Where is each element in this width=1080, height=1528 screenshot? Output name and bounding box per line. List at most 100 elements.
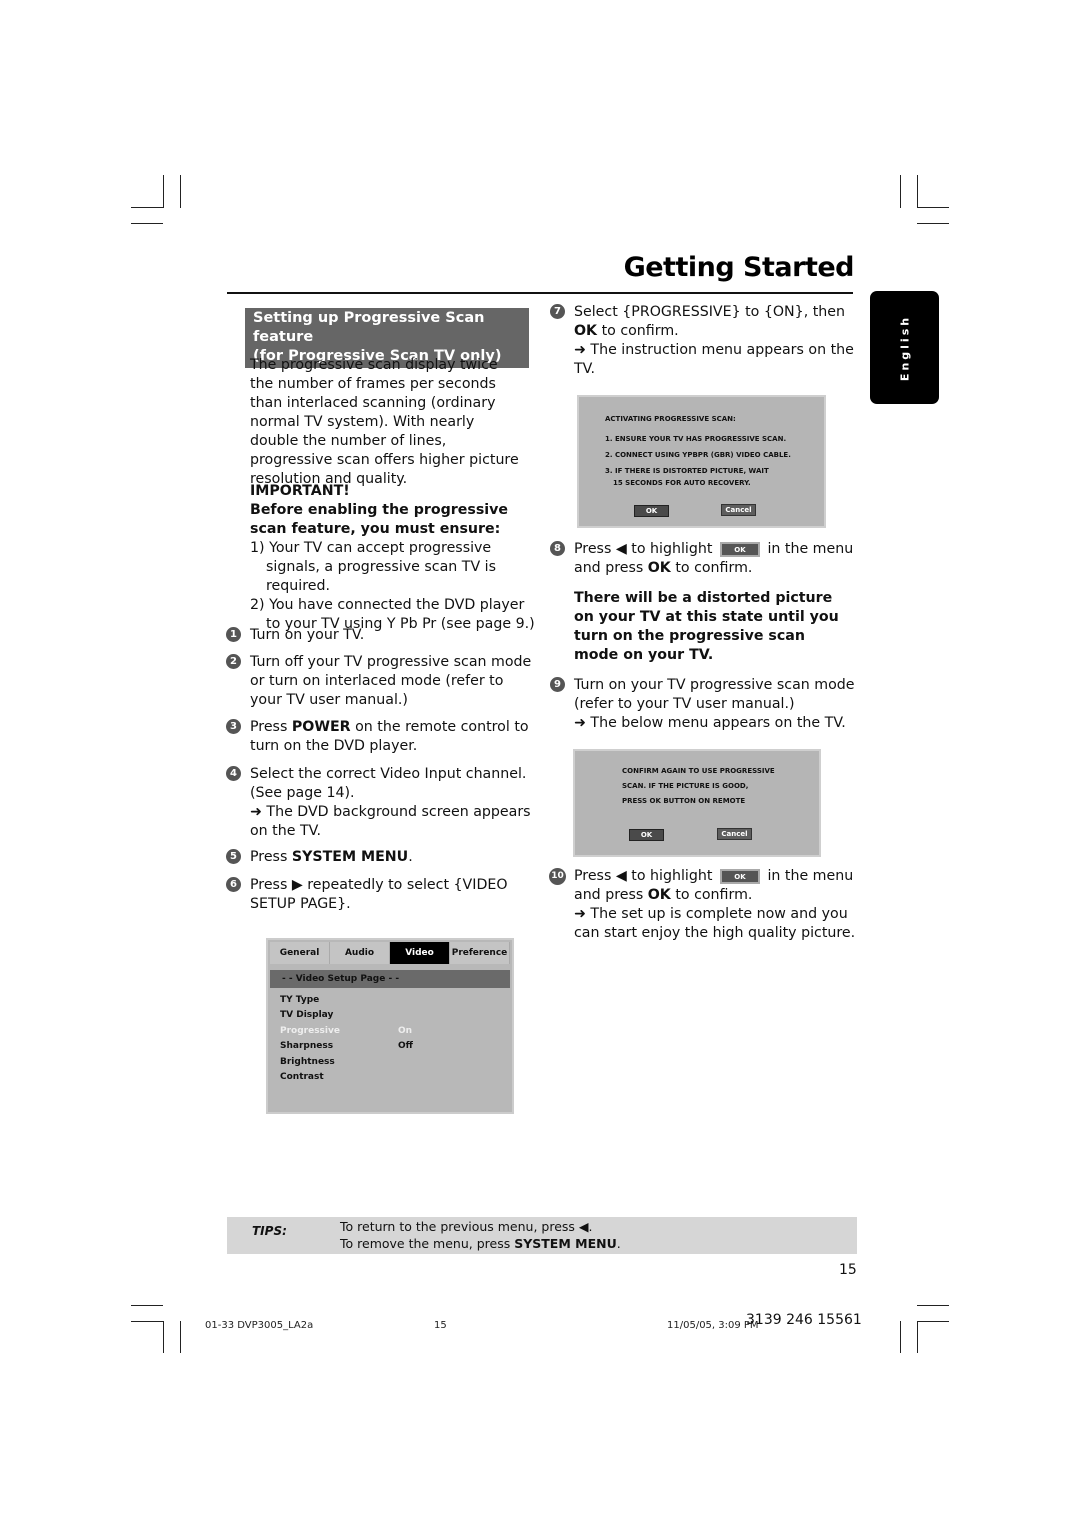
menu-item-sharpness[interactable]: Sharpness bbox=[280, 1041, 333, 1051]
step-number-icon: 2 bbox=[226, 654, 241, 669]
menu-item-contrast[interactable]: Contrast bbox=[280, 1072, 324, 1082]
key-name: OK bbox=[647, 560, 671, 576]
tv-line: CONFIRM AGAIN TO USE PROGRESSIVE bbox=[622, 767, 775, 775]
intro-paragraph: The progressive scan display twice the n… bbox=[250, 357, 519, 487]
important-text: Before enabling the progressive scan fea… bbox=[250, 502, 509, 537]
arrow-right-icon: ➜ bbox=[574, 906, 586, 922]
arrow-right-icon: ➜ bbox=[250, 804, 262, 820]
step-result: The set up is complete now and you can s… bbox=[574, 906, 856, 941]
crop-mark bbox=[900, 175, 901, 208]
language-tab: English bbox=[870, 291, 939, 404]
step-number-icon: 6 bbox=[226, 877, 241, 892]
step-number-icon: 8 bbox=[550, 541, 565, 556]
step-text: Press bbox=[250, 877, 292, 893]
tv-line: 2. CONNECT USING YPBPR (GBR) VIDEO CABLE… bbox=[605, 451, 791, 459]
crop-mark bbox=[917, 1321, 918, 1353]
tv-ok-button[interactable]: OK bbox=[634, 505, 669, 517]
menu-item-progressive[interactable]: Progressive bbox=[280, 1026, 340, 1036]
crop-mark bbox=[180, 1321, 181, 1353]
tv-line: ACTIVATING PROGRESSIVE SCAN: bbox=[605, 415, 736, 423]
tab-video[interactable]: Video bbox=[390, 942, 450, 964]
tv-line: SCAN. IF THE PICTURE IS GOOD, bbox=[622, 782, 749, 790]
step-6: 6 Press ▶ repeatedly to select {VIDEO SE… bbox=[226, 876, 535, 914]
step-number-icon: 5 bbox=[226, 849, 241, 864]
menu-item-brightness[interactable]: Brightness bbox=[280, 1057, 335, 1067]
menu-page-title: - - Video Setup Page - - bbox=[270, 970, 510, 988]
tab-preference[interactable]: Preference bbox=[450, 942, 510, 964]
tv-line: 1. ENSURE YOUR TV HAS PROGRESSIVE SCAN. bbox=[605, 435, 787, 443]
crop-mark bbox=[163, 1321, 164, 1353]
section-heading-line1: Setting up Progressive Scan feature bbox=[253, 310, 485, 345]
key-name: SYSTEM MENU bbox=[291, 849, 409, 865]
step-result: The instruction menu appears on the TV. bbox=[574, 342, 854, 377]
crop-mark bbox=[917, 1321, 949, 1322]
step-text: Turn on your TV. bbox=[250, 627, 365, 643]
title-rule bbox=[227, 292, 853, 294]
video-setup-menu: General Audio Video Preference - - Video… bbox=[266, 938, 514, 1114]
tip-text: To return to the previous menu, press bbox=[340, 1219, 579, 1234]
step-text: Press bbox=[574, 868, 616, 884]
step-text: to highlight bbox=[626, 541, 717, 557]
step-text: Select the correct Video Input channel. … bbox=[250, 766, 527, 801]
tv-screen-activating: ACTIVATING PROGRESSIVE SCAN: 1. ENSURE Y… bbox=[577, 395, 826, 528]
step-text: to confirm. bbox=[670, 887, 753, 903]
step-text: Press bbox=[250, 849, 292, 865]
distortion-warning: There will be a distorted picture on you… bbox=[574, 590, 839, 663]
arrow-right-icon: ➜ bbox=[574, 715, 586, 731]
menu-item-tv-display[interactable]: TV Display bbox=[280, 1010, 333, 1020]
crop-mark bbox=[900, 1321, 901, 1353]
tv-line: PRESS OK BUTTON ON REMOTE bbox=[622, 797, 746, 805]
crop-mark bbox=[131, 1321, 163, 1322]
language-label: English bbox=[898, 314, 911, 381]
tv-ok-button[interactable]: OK bbox=[629, 829, 664, 841]
arrow-left-icon: ◀ bbox=[615, 541, 627, 557]
crop-mark bbox=[917, 223, 949, 224]
step-9: 9 Turn on your TV progressive scan mode … bbox=[550, 676, 859, 733]
step-text: Turn off your TV progressive scan mode o… bbox=[250, 654, 532, 708]
menu-value-progressive: On bbox=[398, 1026, 413, 1036]
step-result: The below menu appears on the TV. bbox=[590, 715, 846, 731]
arrow-left-icon: ◀ bbox=[578, 1219, 589, 1234]
crop-mark bbox=[917, 1305, 949, 1306]
play-right-icon: ▶ bbox=[291, 877, 303, 893]
page-number: 15 bbox=[839, 1262, 857, 1278]
step-text: Turn on your TV progressive scan mode (r… bbox=[574, 677, 855, 712]
key-name: POWER bbox=[291, 719, 351, 735]
key-name: SYSTEM MENU bbox=[514, 1236, 617, 1251]
step-text: to confirm. bbox=[597, 323, 679, 339]
step-text: to highlight bbox=[626, 868, 717, 884]
step-7: 7 Select {PROGRESSIVE} to {ON}, then OK … bbox=[550, 303, 859, 379]
tv-cancel-button[interactable]: Cancel bbox=[717, 828, 752, 840]
crop-mark bbox=[131, 207, 163, 208]
menu-item-tv-type[interactable]: TY Type bbox=[280, 995, 319, 1005]
tip-1: To return to the previous menu, press ◀. bbox=[340, 1219, 593, 1234]
step-4: 4 Select the correct Video Input channel… bbox=[226, 765, 535, 841]
footer-file: 01-33 DVP3005_LA2a bbox=[205, 1320, 314, 1331]
step-text: to confirm. bbox=[670, 560, 753, 576]
important-label: IMPORTANT! bbox=[250, 483, 350, 499]
important-block: IMPORTANT! Before enabling the progressi… bbox=[250, 482, 535, 634]
step-number-icon: 3 bbox=[226, 719, 241, 734]
tab-general[interactable]: General bbox=[270, 942, 330, 964]
crop-mark bbox=[131, 1305, 163, 1306]
step-number-icon: 7 bbox=[550, 304, 565, 319]
step-result: The DVD background screen appears on the… bbox=[250, 804, 531, 839]
step-text: . bbox=[408, 849, 413, 865]
requirement-item: 1) Your TV can accept progressive signal… bbox=[250, 540, 497, 594]
tv-screen-confirm: CONFIRM AGAIN TO USE PROGRESSIVE SCAN. I… bbox=[573, 749, 821, 857]
tab-audio[interactable]: Audio bbox=[330, 942, 390, 964]
step-10: 10 Press ◀ to highlight OK in the menu a… bbox=[549, 867, 859, 943]
footer-page: 15 bbox=[434, 1320, 447, 1331]
tip-2: To remove the menu, press SYSTEM MENU. bbox=[340, 1236, 621, 1251]
footer-code: 3139 246 15561 bbox=[746, 1312, 862, 1328]
step-number-icon: 4 bbox=[226, 766, 241, 781]
page-title: Getting Started bbox=[623, 252, 855, 283]
crop-mark bbox=[163, 175, 164, 208]
crop-mark bbox=[917, 175, 918, 208]
tv-cancel-button[interactable]: Cancel bbox=[721, 504, 756, 516]
step-1: 1 Turn on your TV. bbox=[226, 626, 535, 645]
step-8: 8 Press ◀ to highlight OK in the menu an… bbox=[550, 540, 859, 578]
step-number-icon: 1 bbox=[226, 627, 241, 642]
key-name: OK bbox=[647, 887, 671, 903]
arrow-left-icon: ◀ bbox=[615, 868, 627, 884]
